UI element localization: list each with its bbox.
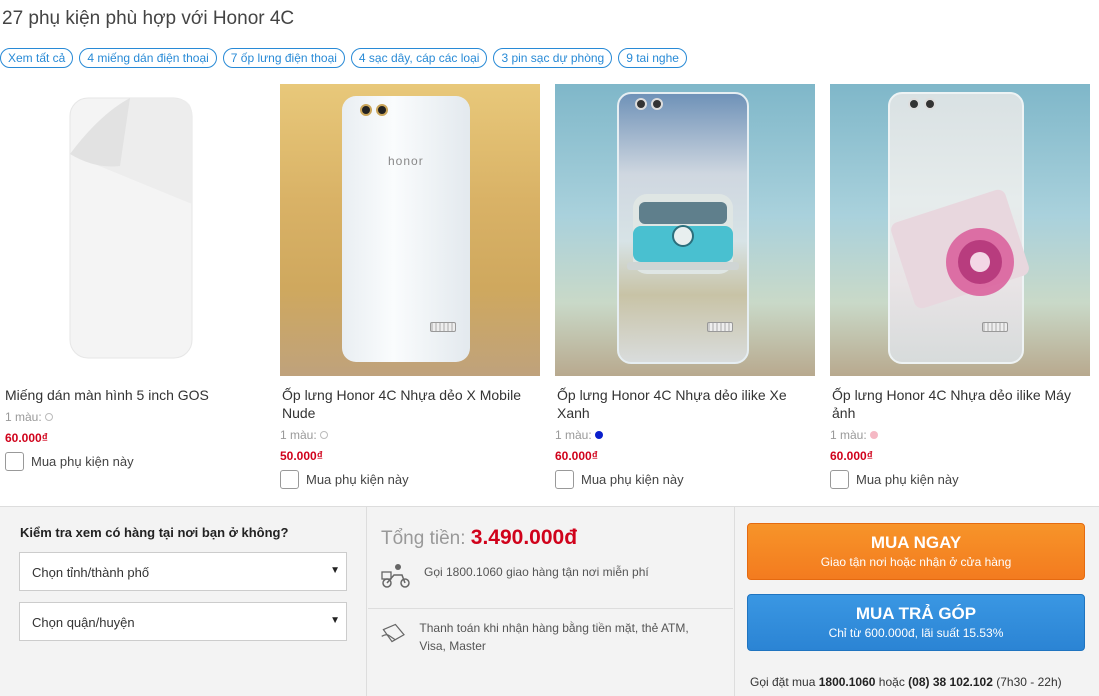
hotline-mid: hoặc xyxy=(878,675,905,689)
buy-accessory-checkbox[interactable]: Mua phụ kiện này xyxy=(0,452,262,471)
colors-label: 1 màu: xyxy=(555,428,592,442)
buy-accessory-checkbox[interactable]: Mua phụ kiện này xyxy=(555,470,817,489)
product-colors: 1 màu: xyxy=(0,410,262,424)
camera-lens-icon xyxy=(651,98,663,110)
cash-payment-icon xyxy=(381,623,405,643)
buy-now-button[interactable]: MUA NGAY Giao tận nơi hoặc nhận ở cửa hà… xyxy=(747,523,1085,580)
divider xyxy=(368,608,733,609)
filter-screen-protectors[interactable]: 4 miếng dán điện thoại xyxy=(79,48,217,68)
speaker-grille-icon xyxy=(430,322,456,332)
product-colors: 1 màu: xyxy=(830,428,1092,442)
checkout-bar: Kiểm tra xem có hàng tại nơi bạn ở không… xyxy=(0,506,1099,696)
product-price: 60.000₫ xyxy=(5,431,48,445)
product-name[interactable]: Miếng dán màn hình 5 inch GOS xyxy=(0,386,262,404)
product-image[interactable] xyxy=(830,84,1090,376)
speaker-grille-icon xyxy=(982,322,1008,332)
product-list: Miếng dán màn hình 5 inch GOS 1 màu: 60.… xyxy=(0,84,1099,504)
city-select-value: Chọn tỉnh/thành phố xyxy=(32,565,150,580)
color-swatch-blue[interactable] xyxy=(594,431,603,439)
camera-lens-icon xyxy=(635,98,647,110)
color-swatch-pink[interactable] xyxy=(869,431,878,439)
district-select-value: Chọn quận/huyện xyxy=(32,615,135,630)
hotline-number-1[interactable]: 1800.1060 xyxy=(819,675,876,689)
order-hotline: Gọi đặt mua 1800.1060 hoặc (08) 38 102.1… xyxy=(750,675,1062,689)
accessory-filters: Xem tất cả 4 miếng dán điện thoại 7 ốp l… xyxy=(0,48,687,68)
camera-lens-icon xyxy=(908,98,920,110)
installment-label: MUA TRẢ GÓP xyxy=(855,604,977,623)
color-swatch-white[interactable] xyxy=(44,413,53,421)
product-image[interactable]: honor xyxy=(280,84,540,376)
product-card: honor Ốp lưng Honor 4C Nhựa dẻo X Mobile… xyxy=(280,84,542,489)
product-image[interactable] xyxy=(0,84,260,376)
installment-subtitle: Chỉ từ 600.000đ, lãi suất 15.53% xyxy=(828,626,1004,640)
product-card: Miếng dán màn hình 5 inch GOS 1 màu: 60.… xyxy=(0,84,262,471)
dropdown-arrow-icon: ▼ xyxy=(330,615,340,626)
buy-accessory-label: Mua phụ kiện này xyxy=(31,454,134,469)
total-panel: Tổng tiền: 3.490.000đ Gọi 1800.1060 giao… xyxy=(368,507,733,696)
buy-accessory-checkbox[interactable]: Mua phụ kiện này xyxy=(280,470,542,489)
product-image[interactable] xyxy=(555,84,815,376)
buy-accessory-label: Mua phụ kiện này xyxy=(581,472,684,487)
buy-accessory-label: Mua phụ kiện này xyxy=(306,472,409,487)
colors-label: 1 màu: xyxy=(280,428,317,442)
product-name[interactable]: Ốp lưng Honor 4C Nhựa dẻo X Mobile Nude xyxy=(280,386,542,422)
product-price: 60.000₫ xyxy=(830,449,873,463)
color-swatch-white[interactable] xyxy=(319,431,328,439)
product-colors: 1 màu: xyxy=(555,428,817,442)
colors-label: 1 màu: xyxy=(5,410,42,424)
district-select[interactable]: Chọn quận/huyện ▼ xyxy=(19,602,347,641)
total-price: Tổng tiền: 3.490.000đ xyxy=(381,526,577,550)
delivery-text: Gọi 1800.1060 giao hàng tận nơi miễn phí xyxy=(424,565,649,579)
product-card: Ốp lưng Honor 4C Nhựa dẻo ilike Xe Xanh … xyxy=(555,84,817,489)
filter-cables[interactable]: 4 sạc dây, cáp các loại xyxy=(350,48,488,68)
dropdown-arrow-icon: ▼ xyxy=(330,565,340,576)
hotline-number-2[interactable]: (08) 38 102.102 xyxy=(908,675,993,689)
page-title: 27 phụ kiện phù hợp với Honor 4C xyxy=(2,8,295,29)
filter-power-banks[interactable]: 3 pin sạc dự phòng xyxy=(493,48,613,68)
product-price: 60.000₫ xyxy=(555,449,598,463)
payment-text: Thanh toán khi nhận hàng bằng tiền mặt, … xyxy=(419,621,689,653)
product-card: Ốp lưng Honor 4C Nhựa dẻo ilike Máy ảnh … xyxy=(830,84,1092,489)
delivery-scooter-icon xyxy=(381,564,410,588)
camera-illustration xyxy=(891,189,1029,309)
checkbox[interactable] xyxy=(830,470,849,489)
total-label: Tổng tiền: xyxy=(381,528,466,549)
payment-info: Thanh toán khi nhận hàng bằng tiền mặt, … xyxy=(380,619,710,655)
checkbox[interactable] xyxy=(280,470,299,489)
van-illustration xyxy=(627,194,739,274)
product-name[interactable]: Ốp lưng Honor 4C Nhựa dẻo ilike Xe Xanh xyxy=(555,386,817,422)
checkbox[interactable] xyxy=(555,470,574,489)
product-colors: 1 màu: xyxy=(280,428,542,442)
stock-check-title: Kiểm tra xem có hàng tại nơi bạn ở không… xyxy=(20,525,289,540)
buy-now-label: MUA NGAY xyxy=(870,533,962,552)
buy-accessory-label: Mua phụ kiện này xyxy=(856,472,959,487)
camera-lens-icon xyxy=(360,104,372,116)
filter-cases[interactable]: 7 ốp lưng điện thoại xyxy=(222,48,345,68)
product-name[interactable]: Ốp lưng Honor 4C Nhựa dẻo ilike Máy ảnh xyxy=(830,386,1092,422)
installment-button[interactable]: MUA TRẢ GÓP Chỉ từ 600.000đ, lãi suất 15… xyxy=(747,594,1085,651)
checkbox[interactable] xyxy=(5,452,24,471)
buy-now-subtitle: Giao tận nơi hoặc nhận ở cửa hàng xyxy=(820,555,1012,569)
total-amount: 3.490.000đ xyxy=(470,526,578,549)
screen-protector-image xyxy=(69,97,193,359)
camera-lens-icon xyxy=(924,98,936,110)
filter-all[interactable]: Xem tất cả xyxy=(0,48,74,68)
purchase-actions: MUA NGAY Giao tận nơi hoặc nhận ở cửa hà… xyxy=(734,507,1099,696)
camera-lens-icon xyxy=(376,104,388,116)
hotline-hours: (7h30 - 22h) xyxy=(996,675,1062,689)
filter-headphones[interactable]: 9 tai nghe xyxy=(618,48,687,68)
brand-logo: honor xyxy=(388,154,424,168)
speaker-grille-icon xyxy=(707,322,733,332)
buy-accessory-checkbox[interactable]: Mua phụ kiện này xyxy=(830,470,1092,489)
delivery-info: Gọi 1800.1060 giao hàng tận nơi miễn phí xyxy=(380,563,649,589)
product-price: 50.000₫ xyxy=(280,449,323,463)
city-select[interactable]: Chọn tỉnh/thành phố ▼ xyxy=(19,552,347,591)
colors-label: 1 màu: xyxy=(830,428,867,442)
stock-check-panel: Kiểm tra xem có hàng tại nơi bạn ở không… xyxy=(0,507,367,696)
hotline-prefix: Gọi đặt mua xyxy=(750,675,816,689)
